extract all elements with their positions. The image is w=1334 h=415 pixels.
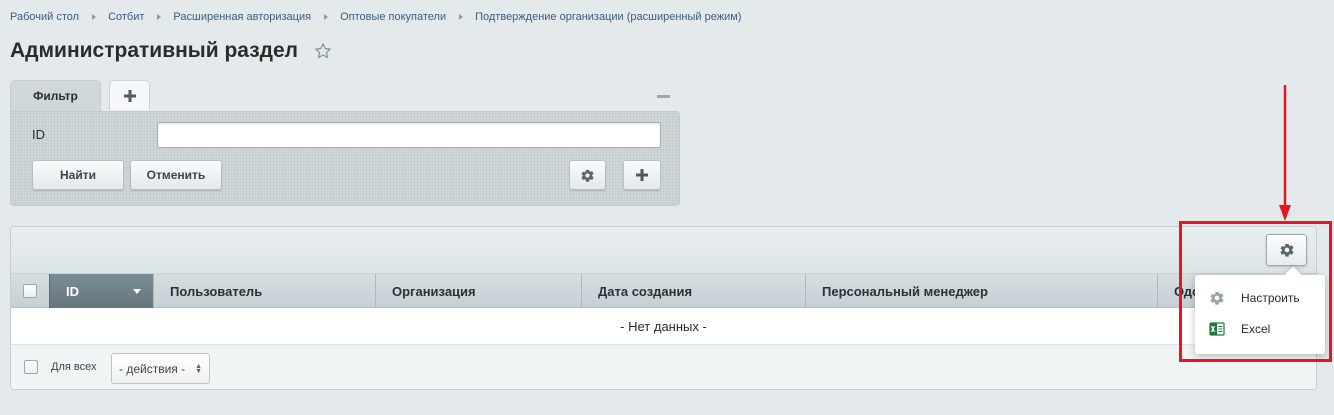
page-title-text: Административный раздел — [10, 39, 299, 62]
find-button[interactable]: Найти — [32, 160, 124, 190]
select-all-cell — [11, 274, 49, 308]
column-header-created[interactable]: Дата создания — [581, 274, 805, 308]
chevron-right-icon — [92, 14, 97, 20]
apply-to-all-label: Для всех — [51, 361, 97, 373]
apply-to-all-checkbox[interactable] — [24, 360, 38, 374]
minimize-filter-button[interactable] — [657, 95, 670, 98]
column-header-id[interactable]: ID — [49, 274, 153, 308]
column-header-label: ID — [66, 283, 79, 299]
column-header-manager[interactable]: Персональный менеджер — [805, 274, 1157, 308]
filter-id-label: ID — [32, 127, 45, 142]
grid-header: ID Пользователь Организация Дата создани… — [11, 274, 1316, 308]
plus-icon — [636, 169, 648, 181]
breadcrumb: Рабочий стол Сотбит Расширенная авториза… — [10, 11, 741, 23]
gear-icon — [581, 169, 594, 182]
filter-panel: ID Найти Отменить — [10, 111, 680, 206]
chevron-right-icon — [324, 14, 329, 20]
data-grid: ID Пользователь Организация Дата создани… — [10, 226, 1317, 390]
empty-message: - Нет данных - — [620, 318, 707, 334]
cancel-button[interactable]: Отменить — [130, 160, 222, 190]
breadcrumb-item-desktop[interactable]: Рабочий стол — [10, 11, 79, 23]
actions-select-value: - действия - — [119, 361, 186, 376]
breadcrumb-item-auth[interactable]: Расширенная авторизация — [173, 11, 311, 23]
filter-id-input[interactable] — [157, 122, 661, 148]
breadcrumb-item-sotbit[interactable]: Сотбит — [108, 11, 144, 23]
annotation-highlight-box — [1179, 221, 1332, 362]
tab-filter[interactable]: Фильтр — [10, 80, 101, 112]
breadcrumb-item-confirm[interactable]: Подтверждение организации (расширенный р… — [475, 11, 741, 23]
page-title: Административный раздел — [10, 39, 332, 63]
filter-settings-button[interactable] — [569, 160, 606, 190]
select-arrows-icon: ▲ ▼ — [195, 363, 202, 375]
breadcrumb-item-wholesale[interactable]: Оптовые покупатели — [340, 11, 446, 23]
add-filter-field-button[interactable] — [623, 160, 661, 190]
plus-icon — [123, 89, 136, 102]
actions-select[interactable]: - действия - ▲ ▼ — [111, 353, 210, 384]
add-filter-tab-button[interactable] — [109, 80, 150, 110]
column-header-organization[interactable]: Организация — [375, 274, 581, 308]
grid-empty-row: - Нет данных - — [11, 308, 1316, 344]
sort-desc-icon — [133, 289, 141, 294]
chevron-right-icon — [157, 14, 162, 20]
star-icon[interactable] — [314, 42, 332, 60]
grid-footer: Для всех - действия - ▲ ▼ — [11, 344, 1316, 389]
annotation-arrow-icon — [1279, 85, 1291, 221]
select-all-checkbox[interactable] — [23, 284, 37, 298]
chevron-right-icon — [459, 14, 464, 20]
grid-toolbar — [11, 227, 1316, 274]
column-header-user[interactable]: Пользователь — [153, 274, 375, 308]
